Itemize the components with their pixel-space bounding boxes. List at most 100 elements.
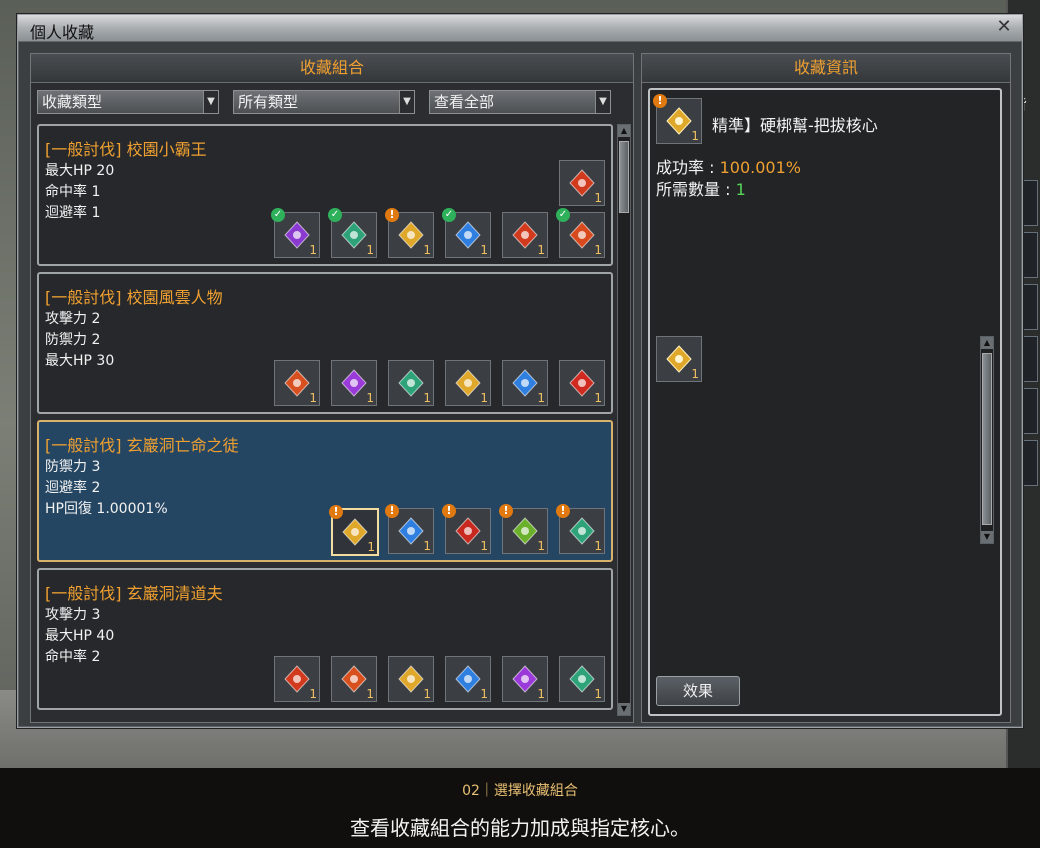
gem-icon	[569, 369, 595, 397]
required-quantity: 所需數量 : 1	[656, 176, 746, 200]
filter-collection-type-dropdown[interactable]: 收藏類型 ▼	[37, 90, 219, 114]
scrollbar-thumb[interactable]	[619, 141, 629, 213]
item-count: 1	[594, 191, 602, 205]
card-stat: 最大HP 20	[45, 163, 115, 179]
core-item-slot[interactable]: 1	[502, 212, 548, 258]
gem-icon	[341, 221, 367, 249]
item-count: 1	[691, 129, 699, 143]
core-item-slot[interactable]: 1	[559, 360, 605, 406]
core-item-slot[interactable]: ! 1	[385, 208, 434, 258]
gem-icon	[569, 169, 595, 197]
item-count: 1	[366, 243, 374, 257]
item-count: 1	[691, 367, 699, 381]
core-item-slot[interactable]: 1	[559, 656, 605, 702]
item-count: 1	[367, 540, 375, 554]
core-item-slot[interactable]: 1	[274, 360, 320, 406]
item-count: 1	[594, 687, 602, 701]
warning-icon: !	[499, 504, 513, 518]
core-item-slot[interactable]: 1	[388, 656, 434, 702]
card-title: [一般討伐] 玄巖洞清道夫	[45, 584, 223, 603]
core-item-slot[interactable]: ! 1	[385, 504, 434, 554]
reward-item-slot[interactable]: 1	[559, 160, 605, 206]
card-stat: 攻擊力 3	[45, 607, 101, 623]
collection-detail: ! 1 精準】硬梆幫-把拔核心 成功率 : 100.001% 所需數量 : 1	[648, 88, 1002, 716]
gem-icon	[455, 221, 481, 249]
chevron-down-icon: ▼	[595, 91, 610, 113]
check-icon: ✓	[442, 208, 456, 222]
core-item-slot[interactable]: ✓ 1	[442, 208, 491, 258]
gem-icon	[398, 517, 424, 545]
success-rate: 成功率 : 100.001%	[656, 154, 801, 178]
core-item-slot[interactable]: 1	[331, 360, 377, 406]
card-stat: 命中率 2	[45, 649, 101, 665]
scroll-down-icon[interactable]: ▼	[981, 531, 993, 543]
core-item-slot[interactable]: ! 1	[653, 94, 702, 144]
item-count: 1	[480, 687, 488, 701]
combo-list: [一般討伐] 校園小霸王 最大HP 20 命中率 1 迴避率 1 1 ✓ 1 ✓ 1! 1 ✓ 1 1 ✓…	[37, 124, 613, 714]
core-item-slot[interactable]: ! 1	[556, 504, 605, 554]
item-count: 1	[309, 391, 317, 405]
item-count: 1	[537, 243, 545, 257]
core-item-slot[interactable]: 1	[502, 656, 548, 702]
collection-card[interactable]: [一般討伐] 玄巖洞亡命之徒 防禦力 3 迴避率 2 HP回復 1.00001%! 1!…	[37, 420, 613, 562]
gem-icon	[512, 369, 538, 397]
collection-card[interactable]: [一般討伐] 玄巖洞清道夫 攻擊力 3 最大HP 40 命中率 2 1 1 1 1 1 1	[37, 568, 613, 710]
core-item-slot[interactable]: 1	[388, 360, 434, 406]
card-stat: 最大HP 40	[45, 628, 115, 644]
chevron-down-icon: ▼	[203, 91, 218, 113]
gem-icon	[284, 221, 310, 249]
window-titlebar[interactable]: 個人收藏 ✕	[18, 15, 1022, 42]
filter-all-types-dropdown[interactable]: 所有類型 ▼	[233, 90, 415, 114]
item-count: 1	[366, 391, 374, 405]
effect-button[interactable]: 效果	[656, 676, 740, 706]
item-count: 1	[594, 391, 602, 405]
collection-info-panel: 收藏資訊 ! 1 精準】硬梆幫-把拔核心 成功率 : 100.001% 所需數量…	[641, 53, 1011, 723]
warning-icon: !	[442, 504, 456, 518]
core-item-slot[interactable]: 1	[274, 656, 320, 702]
card-stat: HP回復 1.00001%	[45, 501, 168, 517]
combo-list-scrollbar[interactable]: ▲ ▼	[617, 124, 631, 716]
target-item-slot[interactable]: 1	[656, 336, 702, 382]
gem-icon	[341, 369, 367, 397]
core-item-slot[interactable]: 1	[445, 656, 491, 702]
core-item-slot[interactable]: 1	[502, 360, 548, 406]
close-icon[interactable]: ✕	[994, 17, 1014, 37]
core-item-slot[interactable]: ✓ 1	[271, 208, 320, 258]
scroll-up-icon[interactable]: ▲	[618, 125, 630, 137]
collection-card[interactable]: [一般討伐] 校園小霸王 最大HP 20 命中率 1 迴避率 1 1 ✓ 1 ✓ 1! 1 ✓ 1 1 ✓…	[37, 124, 613, 266]
core-item-slot[interactable]: ! 1	[442, 504, 491, 554]
dropdown-label: 查看全部	[434, 93, 495, 111]
gem-icon	[455, 369, 481, 397]
card-stat: 最大HP 30	[45, 353, 115, 369]
item-count: 1	[480, 391, 488, 405]
scroll-down-icon[interactable]: ▼	[618, 703, 630, 715]
dropdown-label: 所有類型	[238, 93, 299, 111]
gem-icon	[341, 665, 367, 693]
gem-icon	[512, 221, 538, 249]
gem-icon	[398, 221, 424, 249]
gem-icon	[455, 517, 481, 545]
card-stat: 防禦力 2	[45, 332, 101, 348]
gem-icon	[512, 665, 538, 693]
item-count: 1	[423, 243, 431, 257]
item-count: 1	[594, 539, 602, 553]
item-count: 1	[423, 391, 431, 405]
collection-card[interactable]: [一般討伐] 校園風雲人物 攻擊力 2 防禦力 2 最大HP 30 1 1 1 1 1 1	[37, 272, 613, 414]
warning-icon: !	[385, 208, 399, 222]
warning-icon: !	[653, 94, 667, 108]
core-item-slot[interactable]: ! 1	[499, 504, 548, 554]
core-item-slot[interactable]: 1	[331, 656, 377, 702]
warning-icon: !	[329, 505, 343, 519]
quantity-label: 所需數量 :	[656, 180, 736, 199]
core-item-slot[interactable]: ✓ 1	[556, 208, 605, 258]
info-scrollbar[interactable]: ▲ ▼	[980, 336, 994, 544]
scroll-up-icon[interactable]: ▲	[981, 337, 993, 349]
core-item-slot[interactable]: ! 1	[329, 505, 379, 556]
filter-view-all-dropdown[interactable]: 查看全部 ▼	[429, 90, 611, 114]
core-gem-icon	[666, 107, 692, 135]
core-item-slot[interactable]: ✓ 1	[328, 208, 377, 258]
core-item-slot[interactable]: 1	[445, 360, 491, 406]
gem-icon	[398, 369, 424, 397]
card-stat: 迴避率 2	[45, 480, 101, 496]
scrollbar-thumb[interactable]	[982, 353, 992, 525]
